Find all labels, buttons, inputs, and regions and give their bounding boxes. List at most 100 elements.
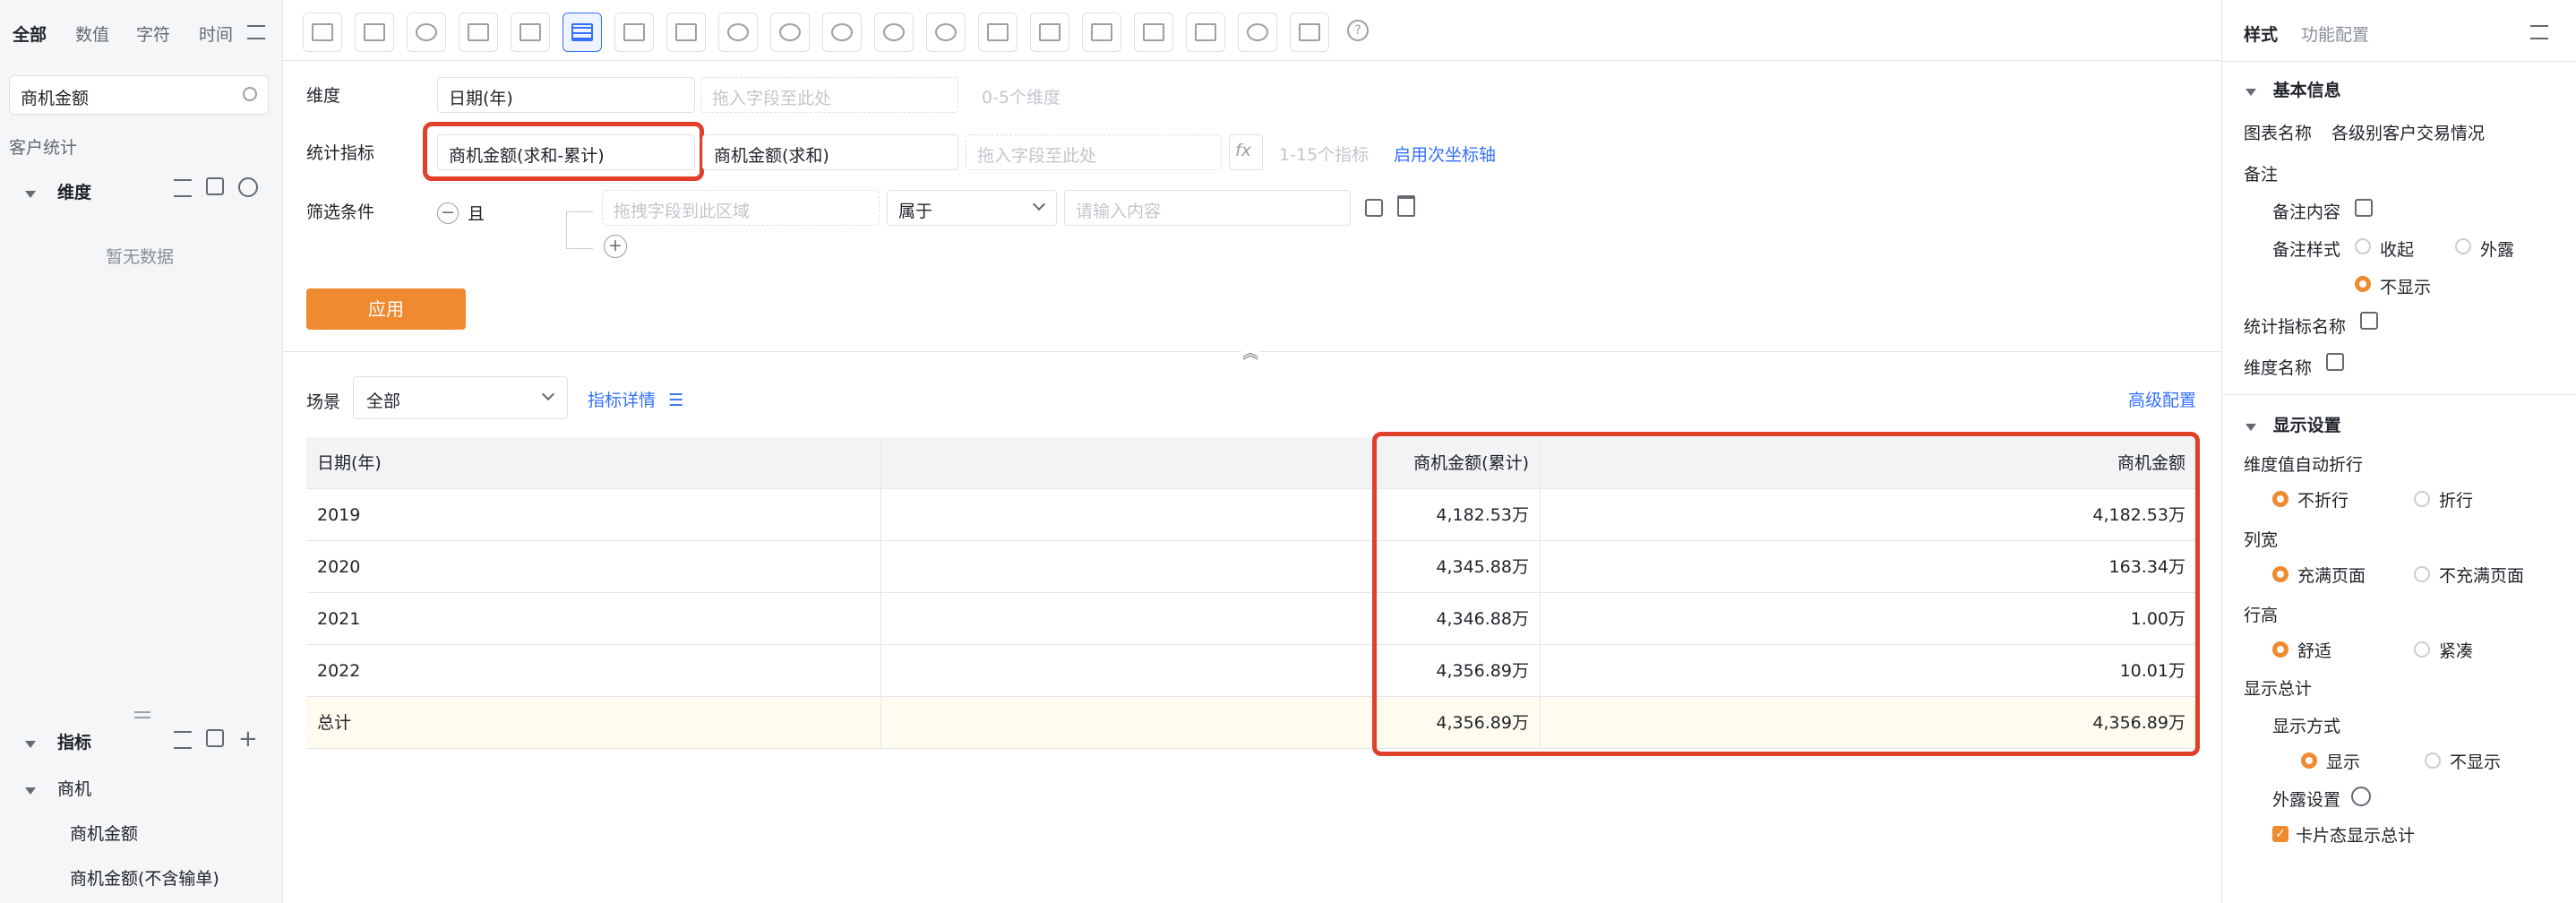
radio-collapse[interactable] [2355, 238, 2371, 254]
list-item[interactable]: 商机金额 [70, 821, 138, 845]
list-item[interactable]: 商机金额(不含输单) [70, 865, 219, 890]
tab-style[interactable]: 样式 [2244, 22, 2278, 46]
tab-function[interactable]: 功能配置 [2301, 22, 2369, 46]
chart-map-region-icon[interactable] [926, 13, 966, 52]
chart-table-icon[interactable] [562, 13, 602, 52]
advanced-config-link[interactable]: 高级配置 [2128, 387, 2196, 411]
drag-handle[interactable] [134, 711, 150, 718]
chart-bar-icon[interactable] [303, 13, 342, 52]
radio-expose[interactable] [2455, 238, 2471, 254]
cell-blank [881, 489, 1376, 541]
metric-detail-link[interactable]: 指标详情 ☰ [588, 387, 683, 411]
tab-number[interactable]: 数值 [75, 22, 109, 46]
sort-icon[interactable] [174, 179, 192, 197]
radio-wrap[interactable] [2414, 491, 2430, 507]
collapse-panel-icon[interactable] [2530, 25, 2548, 39]
header-date[interactable]: 日期(年) [306, 437, 881, 489]
radio-hide[interactable] [2355, 276, 2371, 292]
batch-select-icon[interactable] [206, 729, 224, 747]
radio-nofill-label: 不充满页面 [2439, 566, 2525, 586]
chevron-down-icon [25, 787, 36, 795]
chart-combo-icon[interactable] [614, 13, 654, 52]
chart-card-icon[interactable] [666, 13, 706, 52]
chart-funnel2-icon[interactable] [511, 13, 550, 52]
chart-map-cn-icon[interactable] [770, 13, 810, 52]
dimension-drop-zone[interactable]: 拖入字段至此处 [700, 77, 958, 113]
filter-drop-zone[interactable]: 拖拽字段到此区域 [602, 190, 880, 226]
chart-area-icon[interactable] [1030, 13, 1069, 52]
cell-date: 2021 [306, 593, 881, 645]
card-total-checkbox[interactable]: ✓ [2272, 826, 2288, 842]
chart-histogram-icon[interactable] [978, 13, 1018, 52]
dimension-group[interactable]: 维度 [25, 179, 91, 203]
apply-button[interactable]: 应用 [306, 288, 466, 330]
batch-select-icon[interactable] [206, 177, 224, 195]
add-filter-icon[interactable]: + [604, 235, 627, 258]
highlight-box [1372, 432, 2200, 756]
divider [2222, 61, 2576, 62]
collapse-up-icon[interactable]: ︽ [1241, 340, 1259, 363]
chart-gauge-icon[interactable] [718, 13, 758, 52]
chart-pivot-icon[interactable] [1134, 13, 1173, 52]
tab-string[interactable]: 字符 [136, 22, 170, 46]
remove-filter-icon[interactable]: − [437, 202, 459, 224]
edit-icon[interactable] [2360, 312, 2378, 330]
collapse-icon[interactable] [247, 25, 265, 39]
lock-icon[interactable] [1365, 199, 1383, 217]
cell-blank [881, 645, 1376, 697]
radio-noshow[interactable] [2425, 752, 2441, 769]
filter-value-input[interactable]: 请输入内容 [1064, 190, 1351, 226]
chart-grid-icon[interactable] [1290, 13, 1329, 52]
metric-group[interactable]: 指标 [25, 729, 91, 753]
edit-icon[interactable] [2326, 353, 2344, 371]
settings-icon[interactable] [238, 177, 258, 197]
metric-drop-zone[interactable]: 拖入字段至此处 [966, 134, 1222, 170]
chart-map-world-icon[interactable] [822, 13, 862, 52]
chart-map-globe-icon[interactable] [874, 13, 914, 52]
metric-field-2[interactable]: 商机金额(求和) [702, 134, 958, 170]
radio-nofill[interactable] [2414, 566, 2430, 582]
sort-icon[interactable] [174, 731, 192, 749]
filter-and[interactable]: 且 [468, 201, 485, 225]
settings-icon[interactable] [2351, 787, 2371, 806]
tab-time[interactable]: 时间 [199, 22, 233, 46]
rowheight-label: 行高 [2244, 606, 2279, 625]
group-shangji[interactable]: 商机 [25, 776, 91, 800]
tab-all[interactable]: 全部 [13, 22, 47, 46]
dimension-header: 维度 [57, 183, 92, 202]
dimension-field[interactable]: 日期(年) [437, 77, 695, 113]
chart-line-icon[interactable] [355, 13, 394, 52]
fx-icon[interactable]: fx [1229, 134, 1263, 170]
radio-compact[interactable] [2414, 641, 2430, 658]
chart-scatter-icon[interactable] [1186, 13, 1225, 52]
radio-fill[interactable] [2272, 566, 2288, 582]
cell-total-label: 总计 [306, 697, 881, 749]
metric-field-1[interactable]: 商机金额(求和-累计) [437, 134, 695, 170]
scene-value: 全部 [366, 391, 401, 411]
scene-select[interactable]: 全部 [353, 376, 568, 419]
radio-show[interactable] [2301, 752, 2317, 769]
section-basic[interactable]: 基本信息 [2245, 77, 2341, 101]
add-icon[interactable]: + [238, 726, 258, 752]
colwidth-label: 列宽 [2244, 530, 2279, 550]
secondary-axis-link[interactable]: 启用次坐标轴 [1394, 142, 1496, 166]
radio-nowrap[interactable] [2272, 491, 2288, 507]
help-icon[interactable]: ? [1347, 20, 1369, 41]
metric-hint: 1-15个指标 [1279, 145, 1370, 165]
remark-content-label: 备注内容 [2272, 202, 2341, 222]
field-search-input[interactable]: 商机金额 [9, 75, 269, 115]
chart-name-value[interactable]: 各级别客户交易情况 [2331, 120, 2485, 144]
chart-pie-icon[interactable] [407, 13, 446, 52]
chart-stacked-icon[interactable] [1082, 13, 1121, 52]
radio-comfort[interactable] [2272, 641, 2288, 658]
edit-icon[interactable] [2355, 199, 2373, 217]
chart-radar-icon[interactable] [1238, 13, 1277, 52]
trash-icon[interactable] [1397, 195, 1415, 217]
radio-comfort-label: 舒适 [2297, 641, 2332, 661]
radio-fill-label: 充满页面 [2297, 566, 2366, 586]
chart-funnel-icon[interactable] [459, 13, 498, 52]
cell-blank [881, 541, 1376, 593]
filter-operator-select[interactable]: 属于 [887, 190, 1057, 226]
section-display[interactable]: 显示设置 [2245, 412, 2341, 436]
search-icon [243, 87, 257, 101]
